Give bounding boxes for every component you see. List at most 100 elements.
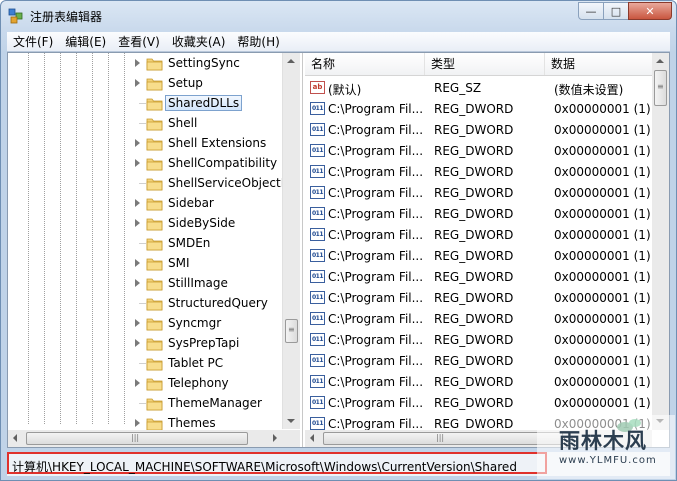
scroll-right-icon[interactable] [273,434,277,442]
value-name: C:\Program Fil... [328,312,423,326]
tree-item[interactable]: SideBySide [8,213,282,233]
tree-item[interactable]: StillImage [8,273,282,293]
tree-item[interactable]: SharedDLLs [8,93,282,113]
menu-favorites[interactable]: 收藏夹(A) [166,33,232,50]
binary-value-icon: 011 [310,228,325,241]
status-path-highlight: 计算机\HKEY_LOCAL_MACHINE\SOFTWARE\Microsof… [7,452,547,474]
list-vertical-scrollbar[interactable]: ≡ [652,53,669,430]
value-type: REG_DWORD [434,333,514,347]
value-row[interactable]: 011C:\Program Fil... REG_DWORD 0x00000001 … [305,266,652,287]
tree-item[interactable]: ThemeManager [8,393,282,413]
minimize-button[interactable]: — [578,2,604,20]
expand-arrow-icon[interactable] [135,219,140,227]
value-type: REG_DWORD [434,375,514,389]
expand-arrow-icon[interactable] [135,279,140,287]
scroll-up-icon[interactable] [287,59,295,63]
value-type: REG_DWORD [434,291,514,305]
tree-item[interactable]: SMDEn [8,233,282,253]
value-type: REG_DWORD [434,417,514,431]
title-bar[interactable]: 注册表编辑器 — □ ✕ [1,1,676,31]
scroll-down-icon[interactable] [287,419,295,423]
tree-item-label: ShellServiceObjectI [168,176,285,190]
tree-vscroll-thumb[interactable]: ≡ [285,319,298,343]
maximize-button[interactable]: □ [603,2,629,20]
expand-arrow-icon[interactable] [135,139,140,147]
value-row[interactable]: 011C:\Program Fil... REG_DWORD 0x00000001 … [305,371,652,392]
menu-view[interactable]: 查看(V) [112,33,166,50]
binary-value-icon: 011 [310,144,325,157]
tree-item[interactable]: Sidebar [8,193,282,213]
value-row[interactable]: 011C:\Program Fil... REG_DWORD 0x00000001 … [305,98,652,119]
scroll-left-icon[interactable] [310,434,314,442]
scroll-up-icon[interactable] [656,59,664,63]
tree-item[interactable]: SettingSync [8,53,282,73]
expand-arrow-icon[interactable] [135,339,140,347]
folder-icon [146,238,163,251]
value-row[interactable]: 011C:\Program Fil... REG_DWORD 0x00000001 … [305,350,652,371]
value-row[interactable]: 011C:\Program Fil... REG_DWORD 0x00000001 … [305,308,652,329]
column-header-type[interactable]: 类型 [425,53,545,75]
tree-item[interactable]: Tablet PC [8,353,282,373]
value-type: REG_DWORD [434,123,514,137]
expand-arrow-icon[interactable] [135,159,140,167]
expand-arrow-icon[interactable] [135,199,140,207]
folder-icon [146,158,163,171]
tree-item[interactable]: SysPrepTapi [8,333,282,353]
watermark-url: www.YLMFU.com [559,455,657,466]
tree-item[interactable]: Syncmgr [8,313,282,333]
value-row[interactable]: 011C:\Program Fil... REG_DWORD 0x00000001 … [305,161,652,182]
value-row[interactable]: 011C:\Program Fil... REG_DWORD 0x00000001 … [305,203,652,224]
binary-value-icon: 011 [310,354,325,367]
value-row[interactable]: 011C:\Program Fil... REG_DWORD 0x00000001 … [305,329,652,350]
value-row[interactable]: 011C:\Program Fil... REG_DWORD 0x00000001 … [305,182,652,203]
value-type: REG_DWORD [434,312,514,326]
list-vscroll-thumb[interactable]: ≡ [654,70,667,106]
expand-arrow-icon[interactable] [135,79,140,87]
value-row[interactable]: 011C:\Program Fil... REG_DWORD 0x00000001 … [305,392,652,413]
value-type: REG_DWORD [434,186,514,200]
menu-file[interactable]: 文件(F) [7,33,59,50]
value-data: 0x00000001 (1) [554,144,651,158]
value-row[interactable]: 011C:\Program Fil... REG_DWORD 0x00000001 … [305,224,652,245]
tree-item[interactable]: Telephony [8,373,282,393]
column-header-data[interactable]: 数据 [545,53,652,75]
expand-arrow-icon[interactable] [135,59,140,67]
expand-arrow-icon[interactable] [135,379,140,387]
tree-item[interactable]: Setup [8,73,282,93]
tree-vertical-scrollbar[interactable]: ≡ [282,53,300,429]
expand-arrow-icon[interactable] [135,259,140,267]
expand-arrow-icon[interactable] [135,419,140,427]
tree-item[interactable]: Shell Extensions [8,133,282,153]
menu-help[interactable]: 帮助(H) [231,33,285,50]
binary-value-icon: 011 [310,249,325,262]
value-type: REG_DWORD [434,144,514,158]
folder-icon [146,358,163,371]
tree-item[interactable]: ShellCompatibility [8,153,282,173]
value-row[interactable]: 011C:\Program Fil... REG_DWORD 0x00000001 … [305,140,652,161]
regedit-app-icon [8,8,23,24]
tree-horizontal-scrollbar[interactable]: ||| [8,430,282,447]
value-name: C:\Program Fil... [328,228,423,242]
folder-icon [146,338,163,351]
column-header-name[interactable]: 名称 [305,53,425,75]
value-name: (默认) [328,83,362,97]
menu-edit[interactable]: 编辑(E) [59,33,112,50]
value-name: C:\Program Fil... [328,165,423,179]
close-button[interactable]: ✕ [628,2,672,20]
value-row[interactable]: ab (默认) REG_SZ (数值未设置) [305,77,652,98]
tree-item[interactable]: StructuredQuery [8,293,282,313]
binary-value-icon: 011 [310,291,325,304]
expand-arrow-icon[interactable] [135,319,140,327]
value-row[interactable]: 011C:\Program Fil... REG_DWORD 0x00000001 … [305,287,652,308]
value-data: 0x00000001 (1) [554,333,651,347]
scroll-left-icon[interactable] [13,434,17,442]
value-row[interactable]: 011C:\Program Fil... REG_DWORD 0x00000001 … [305,245,652,266]
tree-item[interactable]: SMI [8,253,282,273]
folder-icon [146,378,163,391]
tree-item[interactable]: Shell [8,113,282,133]
tree-item[interactable]: ShellServiceObjectI [8,173,285,193]
list-hscroll-thumb[interactable]: ||| [323,432,563,445]
tree-hscroll-thumb[interactable]: ||| [26,432,248,445]
value-row[interactable]: 011C:\Program Fil... REG_DWORD 0x00000001 … [305,119,652,140]
value-data: 0x00000001 (1) [554,123,651,137]
